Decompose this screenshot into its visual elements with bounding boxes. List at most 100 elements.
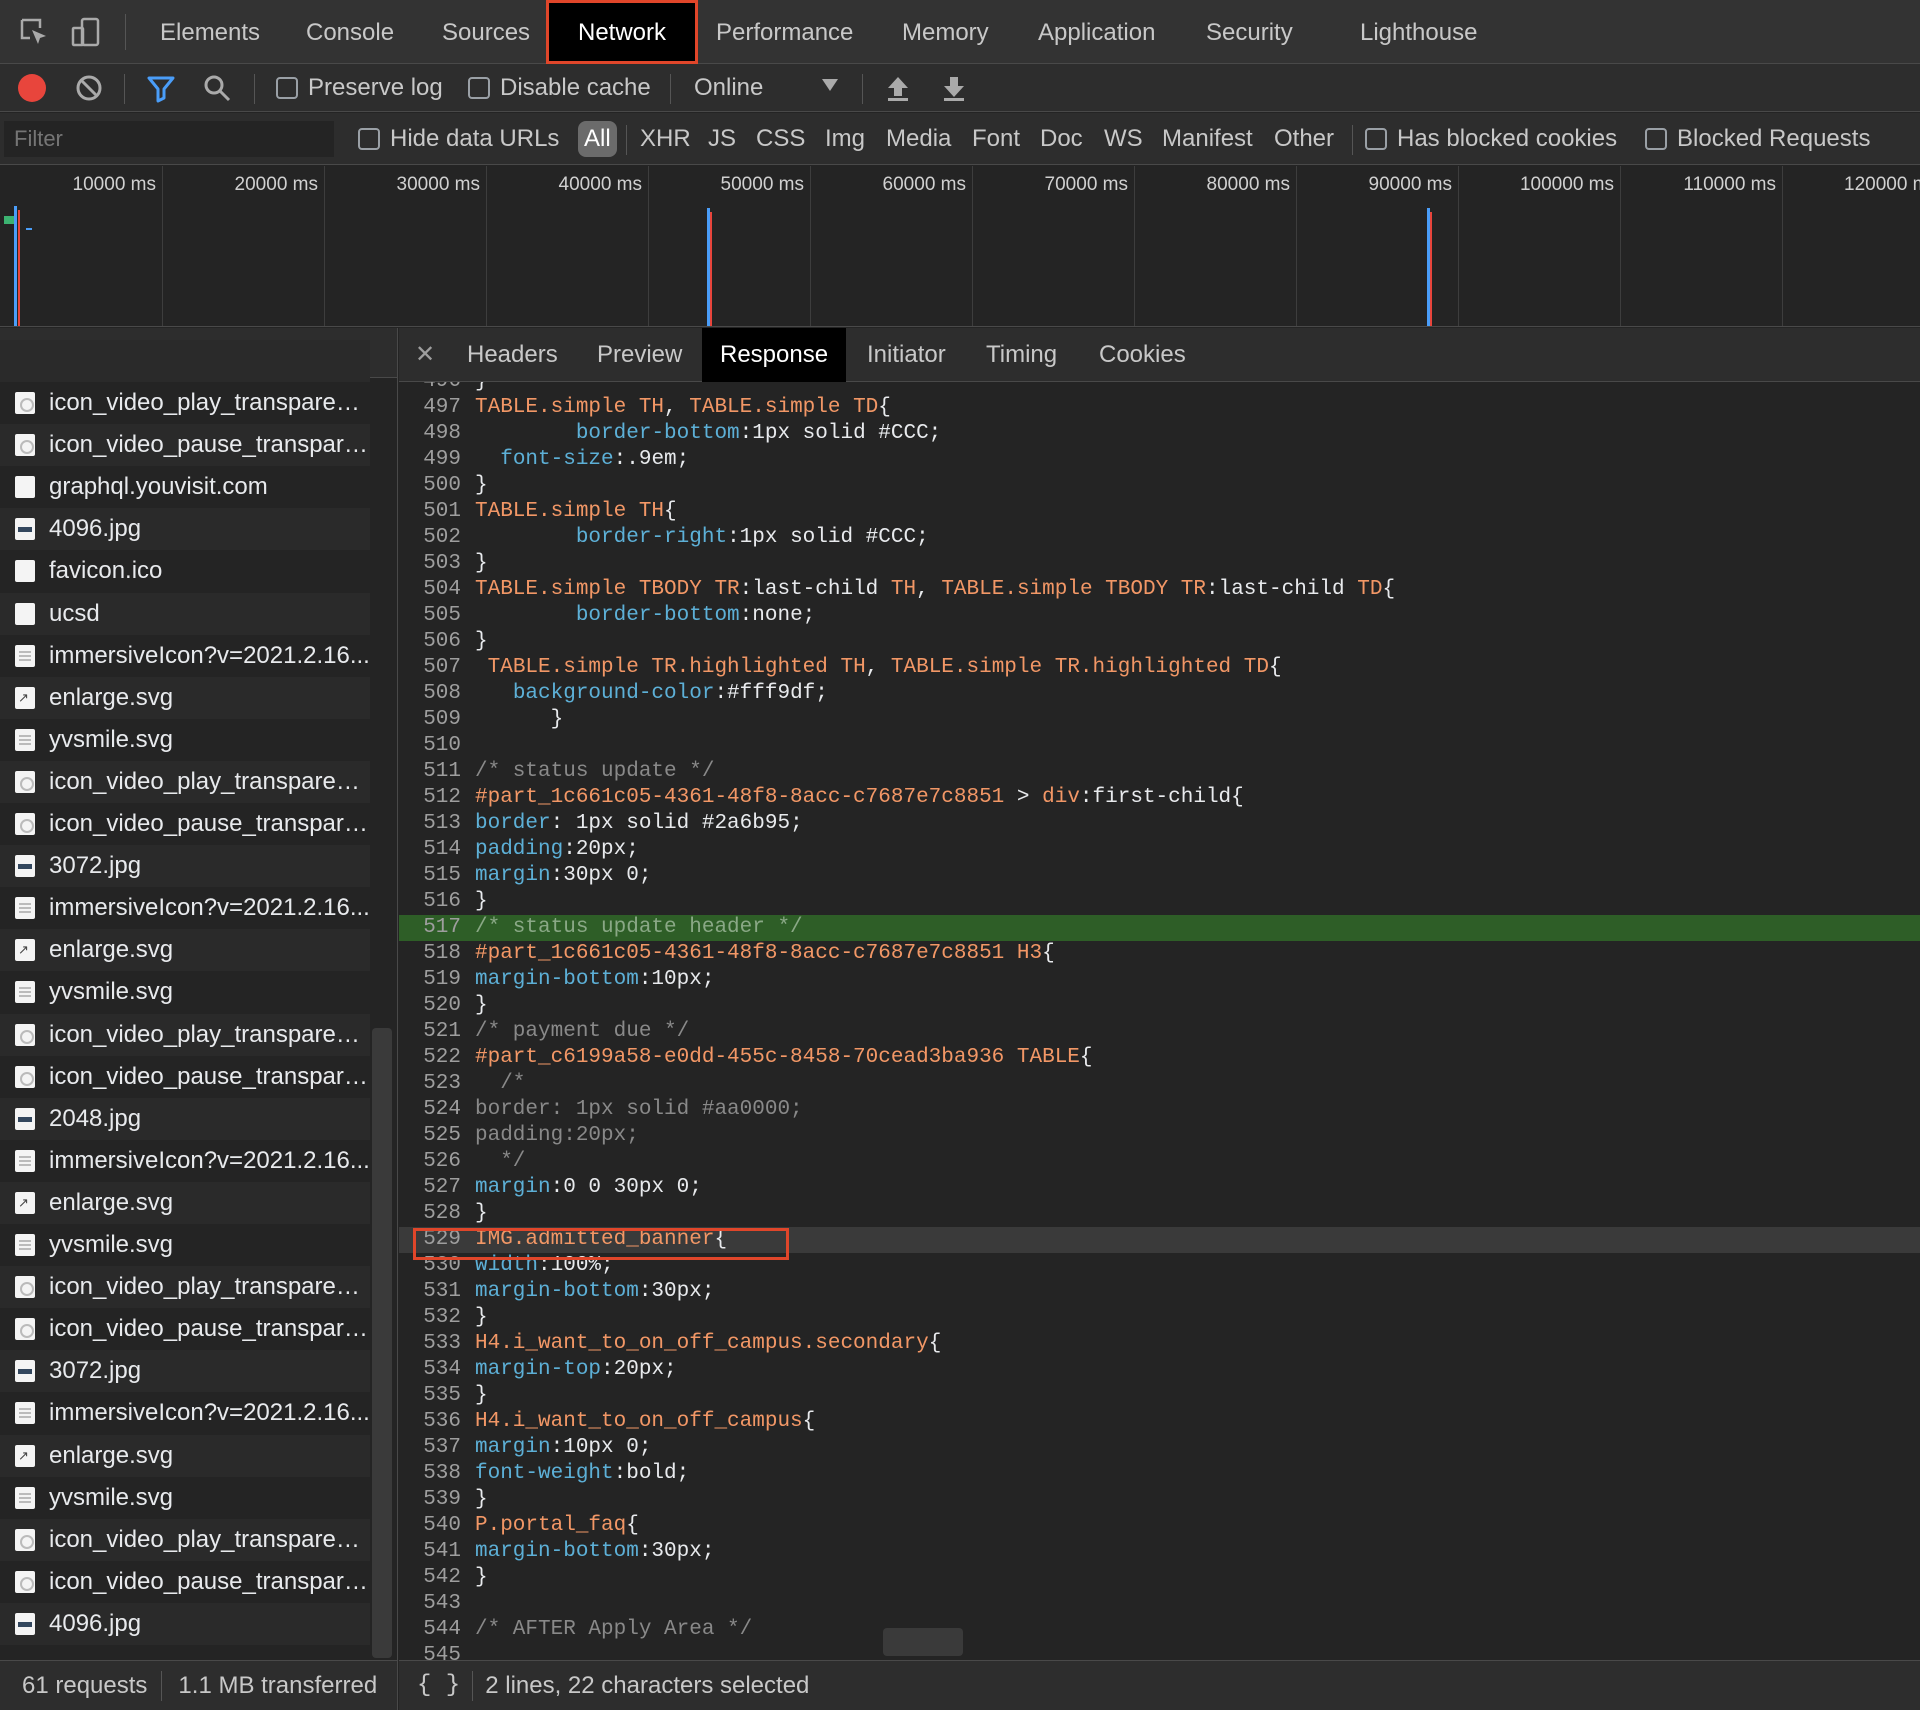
filter-type-media[interactable]: Media: [886, 121, 951, 157]
timeline-tick-label: 70000 ms: [1044, 174, 1128, 195]
filter-type-img[interactable]: Img: [825, 121, 865, 157]
network-toolbar: Preserve log Disable cache Online: [0, 64, 1920, 112]
tab-initiator[interactable]: Initiator: [867, 328, 946, 382]
close-icon[interactable]: ✕: [415, 328, 435, 382]
timeline-gridline: [486, 166, 487, 326]
preserve-log-checkbox[interactable]: Preserve log: [276, 64, 443, 112]
filter-bar: Hide data URLs All XHR JS CSS Img Media …: [0, 113, 1920, 165]
table-row[interactable]: enlarge.svg: [0, 676, 370, 719]
table-row[interactable]: favicon.ico: [0, 550, 370, 592]
scrollbar[interactable]: [372, 1028, 392, 1658]
network-summary: 61 requests 1.1 MB transferred: [0, 1660, 398, 1710]
table-row[interactable]: icon_video_pause_transpare...: [0, 1308, 370, 1350]
table-row[interactable]: icon_video_play_transparent...: [0, 1518, 370, 1561]
filter-type-other[interactable]: Other: [1274, 121, 1334, 157]
timeline-tick-label: 30000 ms: [396, 174, 480, 195]
tab-cookies[interactable]: Cookies: [1099, 328, 1186, 382]
timeline-overview[interactable]: 10000 ms 20000 ms 30000 ms 40000 ms 50000 ms…: [0, 166, 1920, 327]
tab-elements[interactable]: Elements: [160, 0, 260, 64]
filter-type-js[interactable]: JS: [708, 121, 736, 157]
tab-timing[interactable]: Timing: [986, 328, 1057, 382]
table-row[interactable]: yvsmile.svg: [0, 1224, 370, 1266]
table-row[interactable]: icon_video_play_transparent...: [0, 760, 370, 803]
search-button[interactable]: [202, 64, 232, 112]
table-row[interactable]: enlarge.svg: [0, 1434, 370, 1477]
tab-headers[interactable]: Headers: [467, 328, 558, 382]
table-row[interactable]: immersiveIcon?v=2021.2.16...: [0, 1140, 370, 1182]
tab-response[interactable]: Response: [702, 328, 847, 382]
table-row[interactable]: graphql.youvisit.com: [0, 466, 370, 508]
code-line: 502 border-right:1px solid #CCC;: [399, 525, 1920, 551]
table-row[interactable]: icon_video_pause_transpare...: [0, 1056, 370, 1098]
table-row[interactable]: icon_video_play_transparent...: [0, 1266, 370, 1309]
inspect-element-icon[interactable]: [18, 16, 50, 48]
table-row[interactable]: 4096.jpg: [0, 1602, 370, 1645]
table-row[interactable]: 3072.jpg: [0, 845, 370, 888]
hide-data-urls-checkbox[interactable]: Hide data URLs: [358, 113, 559, 165]
table-row[interactable]: enlarge.svg: [0, 929, 370, 972]
tab-memory[interactable]: Memory: [902, 0, 989, 64]
filter-input[interactable]: [4, 121, 334, 157]
timeline-gridline: [1296, 166, 1297, 326]
pretty-print-icon[interactable]: { }: [417, 1672, 460, 1699]
line-number: 502: [423, 526, 461, 549]
has-blocked-cookies-checkbox[interactable]: Has blocked cookies: [1365, 113, 1617, 165]
export-har-button[interactable]: [940, 64, 968, 112]
tab-preview[interactable]: Preview: [597, 328, 682, 382]
clear-button[interactable]: [74, 64, 104, 112]
tab-performance[interactable]: Performance: [716, 0, 853, 64]
table-row[interactable]: yvsmile.svg: [0, 1477, 370, 1519]
table-row[interactable]: immersiveIcon?v=2021.2.16...: [0, 1392, 370, 1434]
filter-type-doc[interactable]: Doc: [1040, 121, 1083, 157]
filter-type-xhr[interactable]: XHR: [640, 121, 691, 157]
table-row[interactable]: icon_video_play_transparent...: [0, 1013, 370, 1056]
filter-type-css[interactable]: CSS: [756, 121, 805, 157]
tab-console[interactable]: Console: [306, 0, 394, 64]
device-toolbar-icon[interactable]: [70, 16, 102, 48]
timeline-gridline: [1782, 166, 1783, 326]
blocked-requests-checkbox[interactable]: Blocked Requests: [1645, 113, 1870, 165]
tab-application[interactable]: Application: [1038, 0, 1155, 64]
tab-security[interactable]: Security: [1206, 0, 1293, 64]
table-row[interactable]: yvsmile.svg: [0, 719, 370, 761]
filter-type-font[interactable]: Font: [972, 121, 1020, 157]
disable-cache-checkbox[interactable]: Disable cache: [468, 64, 651, 112]
table-row[interactable]: 3072.jpg: [0, 1350, 370, 1393]
table-row[interactable]: icon_video_pause_transpare...: [0, 1561, 370, 1603]
table-row[interactable]: icon_video_pause_transpare...: [0, 424, 370, 467]
response-code-viewer[interactable]: 496}497TABLE.simple TH, TABLE.simple TD{…: [399, 382, 1920, 1660]
table-row[interactable]: 2048.jpg: [0, 1097, 370, 1140]
filter-toggle-button[interactable]: [146, 64, 176, 112]
table-row[interactable]: immersiveIcon?v=2021.2.16...: [0, 887, 370, 929]
tab-lighthouse[interactable]: Lighthouse: [1360, 0, 1477, 64]
record-button[interactable]: [18, 64, 46, 112]
checkbox[interactable]: [358, 128, 380, 150]
table-row[interactable]: [0, 340, 370, 382]
hide-data-urls-label: Hide data URLs: [390, 125, 560, 152]
checkbox[interactable]: [468, 77, 490, 99]
table-row[interactable]: icon_video_pause_transpare...: [0, 803, 370, 845]
table-row[interactable]: immersiveIcon?v=2021.2.16...: [0, 635, 370, 677]
code-token: {: [878, 396, 891, 419]
throttling-select[interactable]: Online: [694, 64, 840, 112]
line-number: 500: [423, 474, 461, 497]
table-row[interactable]: yvsmile.svg: [0, 971, 370, 1013]
tab-network[interactable]: Network: [546, 0, 698, 64]
table-row[interactable]: ucsd: [0, 592, 370, 635]
code-line: 509 }: [399, 707, 1920, 733]
table-row[interactable]: icon_video_play_transparent...: [0, 382, 370, 424]
tab-sources[interactable]: Sources: [442, 0, 530, 64]
table-row[interactable]: enlarge.svg: [0, 1181, 370, 1224]
checkbox[interactable]: [276, 77, 298, 99]
table-row[interactable]: 4096.jpg: [0, 508, 370, 551]
filter-type-manifest[interactable]: Manifest: [1162, 121, 1253, 157]
filter-type-all[interactable]: All: [578, 121, 617, 157]
import-har-button[interactable]: [884, 64, 912, 112]
checkbox[interactable]: [1365, 128, 1387, 150]
checkbox[interactable]: [1645, 128, 1667, 150]
code-token: :30px 0;: [550, 864, 652, 887]
scrollbar[interactable]: [883, 1628, 963, 1656]
filter-type-ws[interactable]: WS: [1104, 121, 1143, 157]
request-list: Name icon_video_play_transparent...icon_…: [0, 328, 398, 1660]
